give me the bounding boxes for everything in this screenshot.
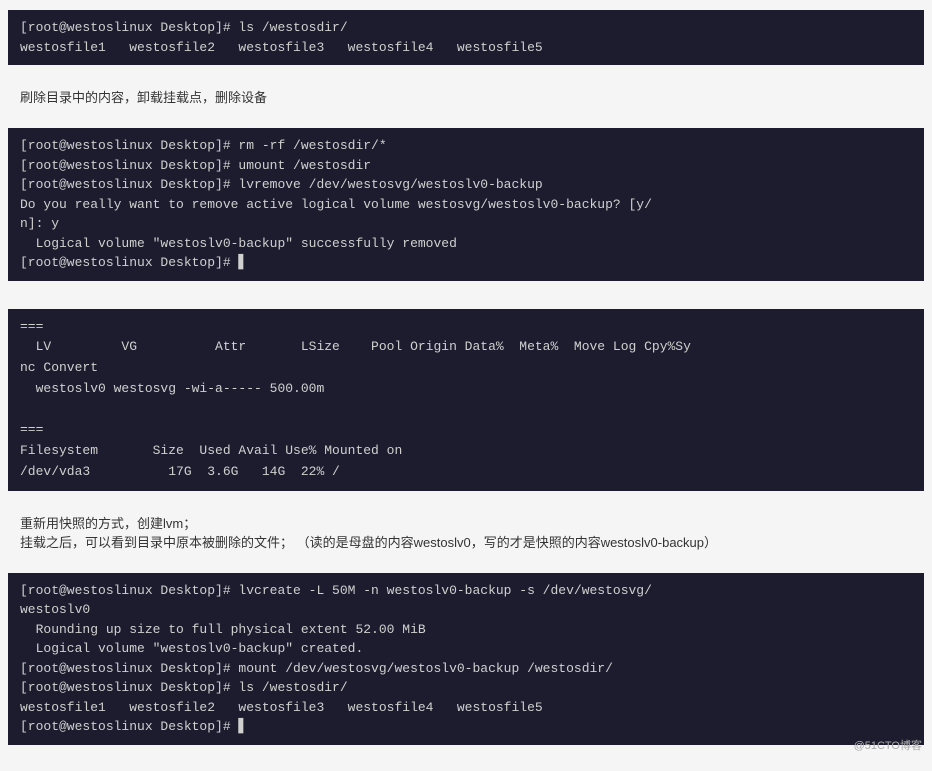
t2-line4: n]: y: [20, 216, 59, 231]
t3-line3: westoslv0 westosvg -wi-a----- 500.00m: [20, 381, 324, 396]
annotation-text-1: 刷除目录中的内容，卸载挂载点，删除设备: [20, 90, 267, 105]
t3-line0: ===: [20, 319, 43, 334]
gap-6: [0, 559, 932, 573]
t2-line2: [root@westoslinux Desktop]# lvremove /de…: [20, 177, 543, 192]
terminal-block-4: [root@westoslinux Desktop]# lvcreate -L …: [8, 573, 924, 745]
t3-line7: /dev/vda3 17G 3.6G 14G 22% /: [20, 464, 340, 479]
t2-line1: [root@westoslinux Desktop]# umount /west…: [20, 158, 371, 173]
annotation-1: 刷除目录中的内容，卸载挂载点，删除设备: [8, 79, 924, 114]
t3-line6: Filesystem Size Used Avail Use% Mounted …: [20, 443, 402, 458]
gap-3: [0, 281, 932, 295]
t2-line3: Do you really want to remove active logi…: [20, 197, 652, 212]
t4-line3: Logical volume "westoslv0-backup" create…: [20, 641, 363, 656]
page-wrapper: [root@westoslinux Desktop]# ls /westosdi…: [0, 0, 932, 755]
t3-line2: nc Convert: [20, 360, 98, 375]
gap-1: [0, 65, 932, 79]
t4-line7: [root@westoslinux Desktop]# ▋: [20, 719, 246, 734]
t4-line6: westosfile1 westosfile2 westosfile3 west…: [20, 700, 543, 715]
t4-line0: [root@westoslinux Desktop]# lvcreate -L …: [20, 583, 652, 598]
gap-4: [0, 295, 932, 309]
terminal-line: [root@westoslinux Desktop]# ls /westosdi…: [20, 20, 348, 35]
watermark: @51CTO博客: [854, 737, 922, 753]
t4-line1: westoslv0: [20, 602, 90, 617]
terminal-block-1: [root@westoslinux Desktop]# ls /westosdi…: [8, 10, 924, 65]
annotation-2: 重新用快照的方式，创建lvm； 挂载之后，可以看到目录中原本被删除的文件； （读…: [8, 505, 924, 559]
t4-line2: Rounding up size to full physical extent…: [20, 622, 426, 637]
annotation-text-2b: 挂载之后，可以看到目录中原本被删除的文件； （读的是母盘的内容westoslv0…: [20, 535, 717, 550]
t3-line1: LV VG Attr LSize Pool Origin Data% Meta%…: [20, 339, 691, 354]
gap-2: [0, 114, 932, 128]
terminal-line: westosfile1 westosfile2 westosfile3 west…: [20, 40, 543, 55]
t3-line5: ===: [20, 422, 43, 437]
terminal-block-3: === LV VG Attr LSize Pool Origin Data% M…: [8, 309, 924, 491]
t4-line5: [root@westoslinux Desktop]# ls /westosdi…: [20, 680, 348, 695]
t2-line0: [root@westoslinux Desktop]# rm -rf /west…: [20, 138, 387, 153]
t2-line5: Logical volume "westoslv0-backup" succes…: [20, 236, 457, 251]
t2-line6: [root@westoslinux Desktop]# ▋: [20, 255, 246, 270]
gap-5: [0, 491, 932, 505]
t4-line4: [root@westoslinux Desktop]# mount /dev/w…: [20, 661, 613, 676]
annotation-text-2a: 重新用快照的方式，创建lvm；: [20, 516, 196, 531]
terminal-block-2: [root@westoslinux Desktop]# rm -rf /west…: [8, 128, 924, 281]
